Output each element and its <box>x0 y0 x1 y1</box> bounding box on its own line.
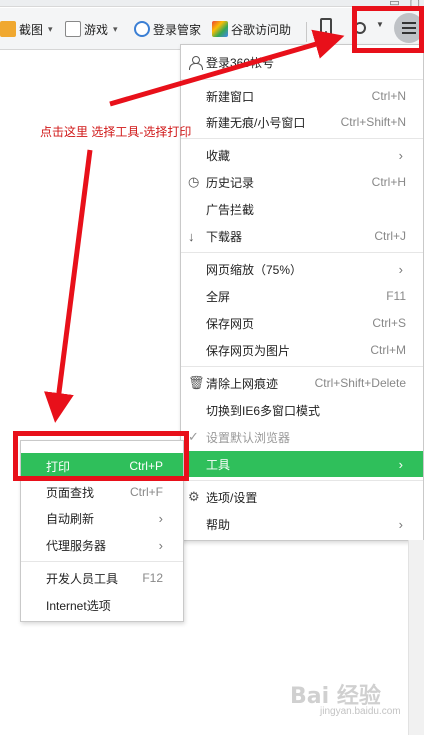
menu-separator <box>21 561 183 562</box>
chevron-right-icon: › <box>398 261 403 277</box>
menu-separator <box>181 138 423 139</box>
menu-item-save-page[interactable]: 保存网页 Ctrl+S <box>181 310 423 336</box>
annotation-box-menu-button <box>352 6 424 53</box>
google-icon <box>212 21 228 37</box>
menu-item-ie6-mode[interactable]: 切换到IE6多窗口模式 <box>181 397 423 423</box>
phone-icon[interactable] <box>320 18 332 36</box>
games-label: 游戏 <box>84 22 109 37</box>
menu-item-zoom[interactable]: 网页缩放（75%） › <box>181 256 423 282</box>
google-access-button[interactable]: 谷歌访问助 <box>212 20 291 38</box>
trash-icon: 🗑 <box>188 375 205 390</box>
menu-item-new-incognito-window[interactable]: 新建无痕/小号窗口 Ctrl+Shift+N <box>181 109 423 135</box>
user-icon <box>189 56 203 70</box>
menu-item-ad-block[interactable]: 广告拦截 <box>181 196 423 222</box>
menu-item-favorites[interactable]: 收藏 › <box>181 142 423 168</box>
chevron-right-icon: › <box>158 537 163 553</box>
download-icon: ↓ <box>188 228 195 244</box>
chevron-right-icon: › <box>398 147 403 163</box>
menu-item-help[interactable]: 帮助 › <box>181 511 423 537</box>
scissors-icon <box>0 21 16 37</box>
menu-item-default-browser: ✓ 设置默认浏览器 <box>188 429 291 445</box>
screenshot-label: 截图 <box>19 22 44 37</box>
chevron-down-icon: ▾ <box>113 23 118 34</box>
menu-item-save-as-image[interactable]: 保存网页为图片 Ctrl+M <box>181 337 423 363</box>
menu-item-fullscreen[interactable]: 全屏 F11 <box>181 283 423 309</box>
chevron-right-icon: › <box>398 516 403 532</box>
chevron-down-icon: ▾ <box>48 23 53 34</box>
gamepad-icon <box>65 21 81 37</box>
login-manager-button[interactable]: 登录管家 <box>134 20 201 38</box>
menu-item-tools[interactable]: 工具 › <box>181 451 423 477</box>
arrow-to-print <box>44 149 93 423</box>
watermark-url: jingyan.baidu.com <box>320 706 401 717</box>
menu-separator <box>181 252 423 253</box>
games-button[interactable]: 游戏 ▾ <box>65 20 118 38</box>
menu-separator <box>181 366 423 367</box>
gear-icon: ⚙ <box>188 489 200 504</box>
annotation-text: 点击这里 选择工具-选择打印 <box>40 125 192 139</box>
clock-icon: ◷ <box>188 174 200 189</box>
screenshot-button[interactable]: 截图 ▾ <box>0 20 53 38</box>
submenu-item-proxy[interactable]: 代理服务器 › <box>21 532 183 558</box>
submenu-item-internet-options[interactable]: Internet选项 <box>21 592 183 618</box>
menu-item-new-window[interactable]: 新建窗口 Ctrl+N <box>181 83 423 109</box>
toolbar-divider <box>306 22 307 42</box>
menu-separator <box>181 79 423 80</box>
submenu-item-find[interactable]: 页面查找 Ctrl+F <box>21 479 183 505</box>
login-manager-label: 登录管家 <box>153 22 202 37</box>
main-menu: 登录360帐号 新建窗口 Ctrl+N 新建无痕/小号窗口 Ctrl+Shift… <box>180 44 424 541</box>
menu-separator <box>181 480 423 481</box>
annotation-box-print <box>13 431 189 481</box>
chevron-right-icon: › <box>158 510 163 526</box>
menu-item-downloads[interactable]: ↓ 下载器 Ctrl+J <box>181 223 423 249</box>
menu-item-history[interactable]: ◷ 历史记录 Ctrl+H <box>181 169 423 195</box>
key-icon <box>134 21 150 37</box>
submenu-item-auto-refresh[interactable]: 自动刷新 › <box>21 505 183 531</box>
checkmark-icon: ✓ <box>188 429 199 444</box>
menu-item-clear-history[interactable]: 🗑 清除上网痕迹 Ctrl+Shift+Delete <box>181 370 423 396</box>
menu-item-settings[interactable]: ⚙ 选项/设置 <box>181 484 423 510</box>
google-access-label: 谷歌访问助 <box>231 22 292 37</box>
page-scrollbar[interactable] <box>408 540 424 735</box>
chevron-right-icon: › <box>398 456 403 472</box>
submenu-item-dev-tools[interactable]: 开发人员工具 F12 <box>21 565 183 591</box>
